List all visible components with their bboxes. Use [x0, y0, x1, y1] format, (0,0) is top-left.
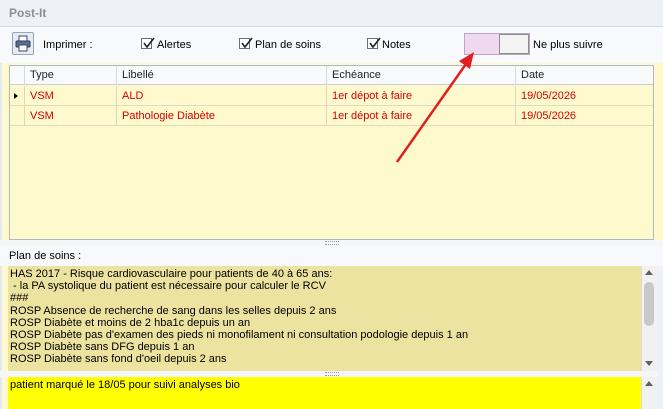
annotation-arrow-icon [395, 52, 474, 163]
